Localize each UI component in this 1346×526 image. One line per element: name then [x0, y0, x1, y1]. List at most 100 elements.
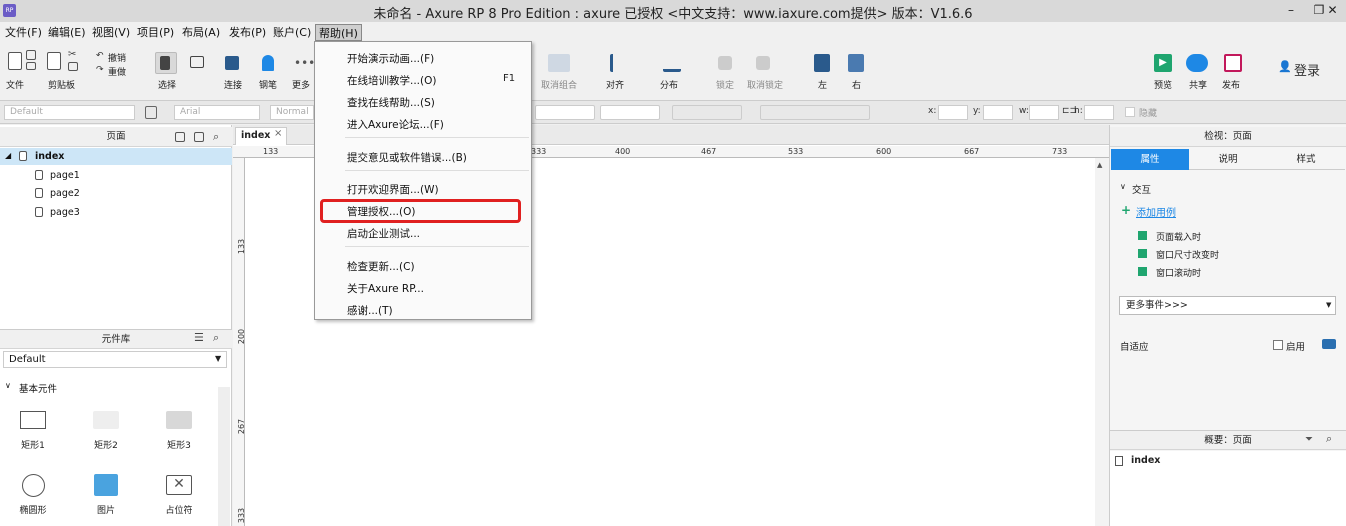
menu-item-forum[interactable]: 进入Axure论坛...(F) [347, 117, 444, 132]
tab-properties[interactable]: 属性 [1111, 149, 1189, 170]
library-panel-title: 元件库 [101, 334, 131, 345]
add-case-link[interactable]: 添加用例 [1136, 204, 1176, 219]
event-window-resize[interactable]: 窗口尺寸改变时 [1156, 248, 1219, 261]
undo-icon[interactable]: ↶ [96, 51, 104, 61]
search-icon[interactable]: ⌕ [1326, 432, 1332, 446]
connector-icon[interactable] [225, 56, 239, 70]
chevron-down-icon[interactable]: ▼ [215, 354, 221, 363]
h-input[interactable] [1084, 105, 1114, 120]
outline-item-index[interactable]: index [1131, 455, 1160, 466]
enable-checkbox[interactable] [1273, 340, 1283, 350]
menu-item-thanks[interactable]: 感谢...(T) [347, 303, 393, 318]
tree-item-index-label: index [35, 151, 65, 162]
crop-select-icon[interactable] [190, 56, 204, 68]
menu-file[interactable]: 文件(F) [2, 24, 45, 41]
bring-left-icon[interactable] [814, 54, 830, 72]
line-style-select[interactable] [760, 105, 870, 120]
format-painter-icon[interactable] [145, 106, 157, 119]
collapse-icon[interactable]: ◢ [5, 151, 11, 160]
image-icon[interactable] [94, 474, 118, 496]
vertical-align-buttons[interactable] [600, 105, 660, 120]
menu-item-online-help[interactable]: 查找在线帮助...(S) [347, 95, 435, 110]
publish-icon[interactable] [1224, 54, 1242, 72]
bring-right-icon[interactable] [848, 54, 864, 72]
new-file-icon[interactable] [8, 52, 22, 70]
chevron-down-icon[interactable]: ∨ [5, 381, 11, 390]
x-input[interactable] [938, 105, 968, 120]
menu-view[interactable]: 视图(V) [89, 24, 133, 41]
fill-color-select[interactable] [672, 105, 742, 120]
y-input[interactable] [983, 105, 1013, 120]
tree-item-page2[interactable]: page2 [50, 188, 80, 199]
library-scrollbar[interactable] [218, 387, 230, 526]
more-events-select[interactable]: 更多事件>>> [1119, 296, 1336, 315]
save-icon[interactable] [26, 50, 36, 60]
unlock-icon[interactable] [756, 56, 770, 70]
w-input[interactable] [1029, 105, 1059, 120]
menu-item-online-training[interactable]: 在线培训教学...(O) [347, 73, 436, 88]
menu-layout[interactable]: 布局(A) [179, 24, 223, 41]
menu-item-check-updates[interactable]: 检查更新...(C) [347, 259, 415, 274]
style-select[interactable]: Default [4, 105, 135, 120]
ungroup-icon[interactable] [548, 54, 570, 72]
add-icon[interactable]: + [1121, 203, 1131, 217]
align-icon[interactable] [610, 54, 628, 72]
search-icon[interactable]: ⌕ [213, 130, 219, 144]
weight-select[interactable]: Normal [270, 105, 314, 120]
font-select[interactable]: Arial [174, 105, 260, 120]
cut-icon[interactable]: ✂ [68, 50, 78, 60]
component-placeholder-label: 占位符 [165, 506, 193, 516]
add-folder-icon[interactable] [194, 132, 204, 142]
menu-item-about[interactable]: 关于Axure RP... [347, 281, 424, 296]
scroll-up-icon[interactable]: ▲ [1097, 161, 1105, 169]
rectangle-gray-icon[interactable] [166, 411, 192, 429]
menu-account[interactable]: 账户(C) [270, 24, 314, 41]
close-button[interactable]: ✕ [1319, 0, 1346, 21]
distribute-icon[interactable] [663, 54, 681, 72]
adaptive-settings-icon[interactable] [1322, 339, 1336, 349]
menu-item-enterprise-test[interactable]: 启动企业测试... [347, 226, 420, 241]
chevron-down-icon[interactable]: ∨ [1120, 182, 1126, 191]
lock-icon[interactable] [718, 56, 732, 70]
menu-item-feedback[interactable]: 提交意见或软件错误...(B) [347, 150, 467, 165]
event-window-scroll[interactable]: 窗口滚动时 [1156, 266, 1201, 279]
search-icon[interactable]: ⌕ [213, 331, 219, 345]
menu-help[interactable]: 帮助(H) [315, 24, 362, 41]
rectangle-icon[interactable] [20, 411, 46, 429]
share-icon[interactable] [1186, 54, 1208, 72]
hide-checkbox[interactable] [1125, 107, 1135, 117]
rectangle-light-icon[interactable] [93, 411, 119, 429]
tree-item-page1[interactable]: page1 [50, 170, 80, 181]
menu-project[interactable]: 项目(P) [134, 24, 177, 41]
menu-item-welcome[interactable]: 打开欢迎界面...(W) [347, 182, 439, 197]
redo-icon[interactable]: ↷ [96, 65, 104, 75]
login-button[interactable]: 登录 [1294, 60, 1320, 79]
open-icon[interactable] [26, 62, 36, 70]
filter-icon[interactable]: ⏷ [1305, 434, 1313, 445]
text-align-buttons[interactable] [535, 105, 595, 120]
paste-icon[interactable] [47, 52, 61, 70]
ellipse-icon[interactable] [22, 474, 45, 497]
placeholder-icon[interactable]: ✕ [166, 475, 192, 495]
menu-edit[interactable]: 编辑(E) [45, 24, 89, 41]
copy-icon[interactable] [68, 62, 78, 71]
preview-icon[interactable]: ▶ [1154, 54, 1172, 72]
menu-item-start-animation[interactable]: 开始演示动画...(F) [347, 51, 434, 66]
pen-icon[interactable] [262, 55, 274, 71]
library-select[interactable]: Default [3, 351, 227, 368]
window-title: 未命名 - Axure RP 8 Pro Edition : axure 已授权… [373, 7, 973, 22]
minimize-button[interactable]: – [1277, 0, 1305, 21]
chevron-down-icon[interactable]: ▼ [1326, 301, 1331, 309]
tab-close-icon[interactable]: × [274, 128, 282, 139]
more-icon[interactable]: ••• [294, 56, 315, 70]
tab-notes[interactable]: 说明 [1189, 149, 1267, 170]
menu-icon[interactable]: ☰ [194, 331, 204, 344]
tab-style[interactable]: 样式 [1267, 149, 1345, 170]
undo-button[interactable]: 撤销 [108, 51, 126, 64]
tree-item-page3[interactable]: page3 [50, 207, 80, 218]
redo-button[interactable]: 重做 [108, 65, 126, 78]
canvas-scrollbar[interactable] [1095, 158, 1109, 526]
menu-publish[interactable]: 发布(P) [226, 24, 269, 41]
event-page-load[interactable]: 页面载入时 [1156, 230, 1201, 243]
add-page-icon[interactable] [175, 132, 185, 142]
